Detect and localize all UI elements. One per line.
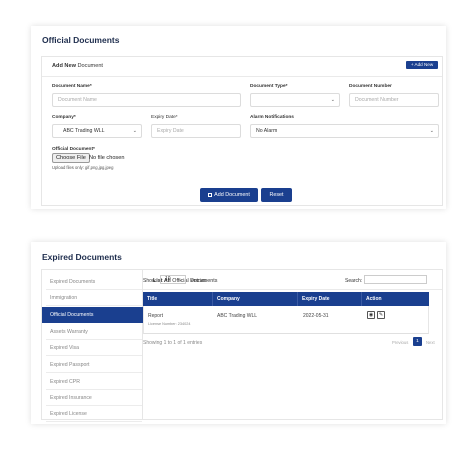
document-number-label: Document Number [349, 84, 392, 89]
document-name-label: Document Name* [52, 84, 92, 89]
company-label: Company* [52, 115, 76, 120]
document-name-input[interactable]: Document Name [52, 93, 241, 107]
entries-label: entries [191, 278, 207, 284]
sidebar-item-expired-documents[interactable]: Expired Documents [46, 274, 142, 290]
save-icon [208, 192, 213, 197]
edit-icon[interactable]: ✎ [377, 311, 385, 319]
pagination-next[interactable]: Next [426, 338, 435, 347]
sidebar-item-assets-warranty[interactable]: Assets Warranty [46, 324, 142, 340]
column-company[interactable]: Company [213, 292, 298, 306]
chevron-down-icon: ⌄ [429, 128, 434, 134]
expired-sidebar: Expired Documents Immigration Official D… [42, 270, 143, 422]
pagination-page-1[interactable]: 1 [413, 337, 422, 346]
search-input[interactable] [364, 275, 427, 284]
file-upload-hint: Upload files only: gif,png,jpg,jpeg [52, 165, 114, 170]
row-license-number: License Number: 234024 [148, 322, 191, 326]
official-documents-card: Official Documents Add New Document + Ad… [31, 26, 446, 209]
add-document-panel: Add New Document + Add New Document Name… [41, 56, 443, 206]
sidebar-item-expired-license[interactable]: Expired License [46, 406, 142, 422]
sidebar-item-official-documents[interactable]: Official Documents [42, 307, 143, 323]
entries-select[interactable]: 10 ⌄ [160, 275, 186, 284]
official-document-label: Official Document* [52, 147, 95, 152]
add-document-header: Add New Document + Add New [42, 57, 442, 77]
sidebar-item-expired-cpr[interactable]: Expired CPR [46, 374, 142, 390]
reset-button[interactable]: Reset [261, 188, 292, 202]
document-type-label: Document Type* [250, 84, 288, 89]
sidebar-item-expired-insurance[interactable]: Expired Insurance [46, 390, 142, 406]
company-select[interactable]: ABC Trading WLL ⌄ [52, 124, 142, 138]
search-label: Search: [345, 278, 363, 284]
row-expiry-date: 2022-05-31 [303, 313, 329, 319]
add-document-heading: Add New Document [52, 63, 103, 69]
add-new-button[interactable]: + Add New [406, 61, 438, 69]
column-action: Action [366, 296, 382, 302]
row-company: ABC Trading WLL [217, 313, 258, 319]
column-expiry-date[interactable]: Expiry Date [298, 292, 362, 306]
show-label: Show [143, 278, 156, 284]
chevron-down-icon: ⌄ [330, 97, 335, 103]
alarm-notifications-select[interactable]: No Alarm ⌄ [250, 124, 439, 138]
expired-documents-card: Expired Documents Expired Documents Immi… [31, 242, 446, 424]
column-title[interactable]: Title [143, 292, 213, 306]
table-info: Showing 1 to 1 of 1 entries [143, 340, 203, 346]
table-header: Title Company Expiry Date Action [143, 292, 429, 306]
expired-documents-title: Expired Documents [42, 252, 122, 262]
document-type-select[interactable]: ⌄ [250, 93, 340, 107]
sidebar-item-immigration[interactable]: Immigration [46, 290, 142, 306]
file-status: No file chosen [89, 155, 125, 161]
sidebar-item-expired-visa[interactable]: Expired Visa [46, 340, 142, 356]
expiry-date-label: Expiry Date* [151, 115, 178, 120]
document-number-input[interactable]: Document Number [349, 93, 439, 107]
choose-file-button[interactable]: Choose File [52, 153, 90, 163]
table-row: Report License Number: 234024 ABC Tradin… [143, 306, 429, 334]
official-documents-title: Official Documents [42, 35, 120, 45]
add-document-button[interactable]: Add Document [200, 188, 258, 202]
chevron-down-icon: ⌄ [178, 277, 182, 282]
alarm-notifications-label: Alarm Notifications [250, 115, 294, 120]
expiry-date-input[interactable]: Expiry Date [151, 124, 241, 138]
sidebar-item-expired-passport[interactable]: Expired Passport [46, 357, 142, 373]
view-icon[interactable]: ◉ [367, 311, 375, 319]
row-title: Report [148, 313, 164, 319]
pagination-previous[interactable]: Previous [392, 338, 408, 347]
chevron-down-icon: ⌄ [132, 128, 137, 134]
